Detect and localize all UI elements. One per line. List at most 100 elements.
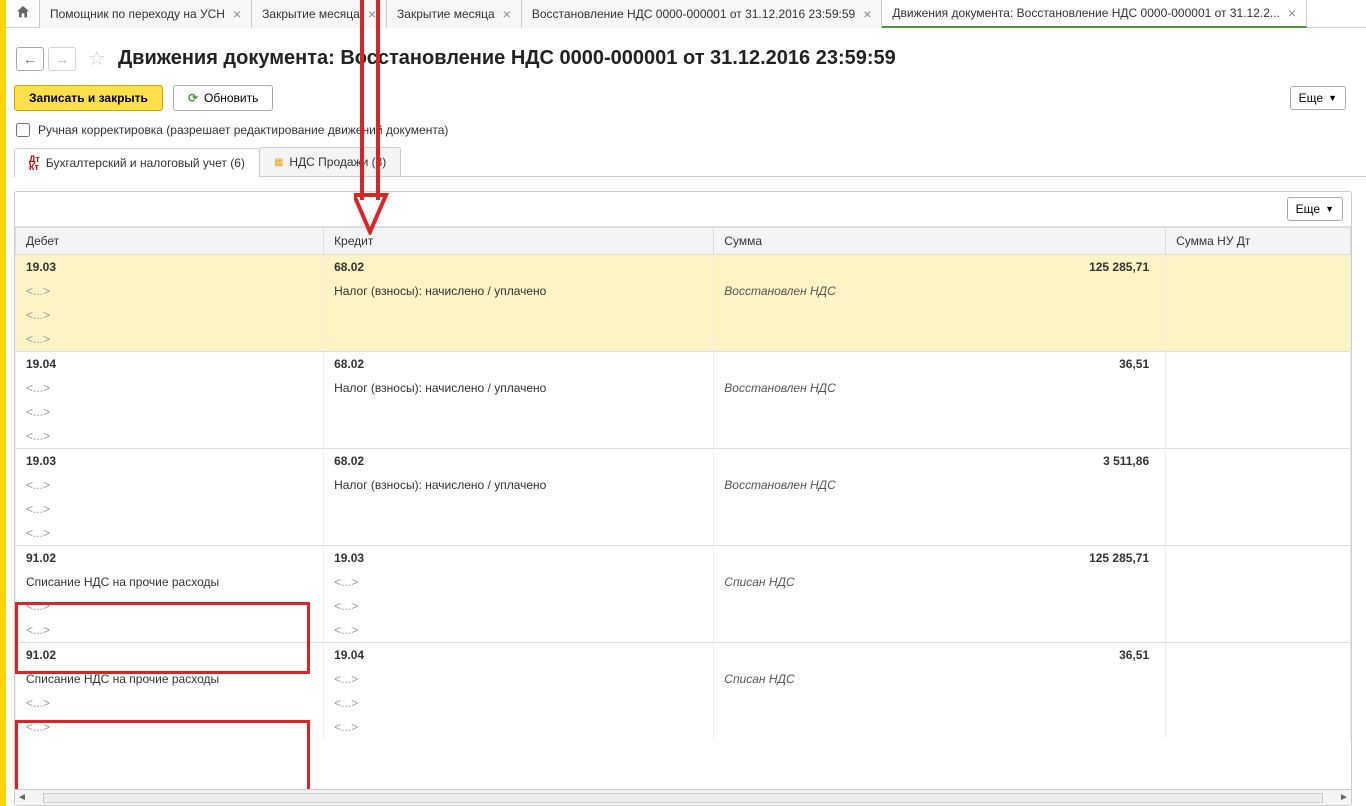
entry-sum: 36,51 xyxy=(714,643,1166,668)
sum-note: Списан НДС xyxy=(714,570,1166,594)
scroll-left-icon[interactable]: ◄ xyxy=(15,792,29,803)
home-tab[interactable] xyxy=(6,0,40,28)
forward-button[interactable]: → xyxy=(48,47,76,71)
credit-sub xyxy=(324,327,714,352)
tab-nds-sales[interactable]: ▦ НДС Продажи (3) xyxy=(259,147,401,176)
debit-desc: Списание НДС на прочие расходы xyxy=(16,667,324,691)
entry-sumnu xyxy=(1166,643,1351,668)
credit-account: 19.03 xyxy=(324,546,714,571)
debit-desc: <...> xyxy=(16,473,324,497)
records-panel: Еще ▼ Дебет Кредит Сумма Сумма НУ Дт 19.… xyxy=(14,191,1352,806)
scroll-right-icon[interactable]: ► xyxy=(1337,792,1351,803)
debit-sub: <...> xyxy=(16,618,324,643)
table-row[interactable]: <...> xyxy=(16,327,1351,352)
table-header-row: Дебет Кредит Сумма Сумма НУ Дт xyxy=(16,228,1351,255)
debit-account: 19.03 xyxy=(16,255,324,280)
credit-sub: <...> xyxy=(324,618,714,643)
sum-note: Восстановлен НДС xyxy=(714,376,1166,400)
debit-sub: <...> xyxy=(16,303,324,327)
col-credit[interactable]: Кредит xyxy=(324,228,714,255)
sum-note: Восстановлен НДС xyxy=(714,473,1166,497)
entry-sum: 36,51 xyxy=(714,352,1166,377)
tab-3[interactable]: Восстановление НДС 0000-000001 от 31.12.… xyxy=(522,0,883,28)
col-debit[interactable]: Дебет xyxy=(16,228,324,255)
page-title: Движения документа: Восстановление НДС 0… xyxy=(118,47,896,70)
panel-more-button[interactable]: Еще ▼ xyxy=(1287,197,1343,221)
entry-sum: 125 285,71 xyxy=(714,255,1166,280)
more-button[interactable]: Еще ▼ xyxy=(1290,86,1346,110)
tab-label: Закрытие месяца xyxy=(397,7,495,21)
table-row[interactable]: <...>Налог (взносы): начислено / уплачен… xyxy=(16,376,1351,400)
tab-2[interactable]: Закрытие месяца × xyxy=(387,0,522,28)
table-row[interactable]: <...> xyxy=(16,497,1351,521)
table-row[interactable]: Списание НДС на прочие расходы<...>Списа… xyxy=(16,570,1351,594)
table-row[interactable]: <...> xyxy=(16,521,1351,546)
credit-sub: <...> xyxy=(324,594,714,618)
refresh-button[interactable]: ⟳ Обновить xyxy=(173,85,273,111)
tab-label: Восстановление НДС 0000-000001 от 31.12.… xyxy=(532,7,855,21)
col-sum[interactable]: Сумма xyxy=(714,228,1166,255)
credit-desc: <...> xyxy=(324,570,714,594)
table-row[interactable]: <...><...> xyxy=(16,594,1351,618)
entry-sumnu xyxy=(1166,352,1351,377)
close-icon[interactable]: × xyxy=(863,6,871,22)
col-sumnu[interactable]: Сумма НУ Дт xyxy=(1166,228,1351,255)
credit-sub: <...> xyxy=(324,691,714,715)
table-row[interactable]: <...><...> xyxy=(16,715,1351,739)
favorite-icon[interactable]: ☆ xyxy=(88,46,106,71)
table-row[interactable]: 19.0368.02125 285,71 xyxy=(16,255,1351,280)
close-icon[interactable]: × xyxy=(368,6,376,22)
debit-sub: <...> xyxy=(16,521,324,546)
credit-desc: Налог (взносы): начислено / уплачено xyxy=(324,376,714,400)
document-icon: ▦ xyxy=(274,157,283,168)
credit-account: 19.04 xyxy=(324,643,714,668)
table-row[interactable]: 91.0219.0436,51 xyxy=(16,643,1351,668)
tab-4[interactable]: Движения документа: Восстановление НДС 0… xyxy=(882,0,1307,28)
table-row[interactable]: <...><...> xyxy=(16,618,1351,643)
more-label: Еще xyxy=(1299,91,1323,105)
table-row[interactable]: Списание НДС на прочие расходы<...>Списа… xyxy=(16,667,1351,691)
manual-adjust-row: Ручная корректировка (разрешает редактир… xyxy=(0,115,1366,147)
table-row[interactable]: <...> xyxy=(16,424,1351,449)
table-scroll[interactable]: Дебет Кредит Сумма Сумма НУ Дт 19.0368.0… xyxy=(15,227,1351,789)
back-button[interactable]: ← xyxy=(16,47,44,71)
sum-note: Списан НДС xyxy=(714,667,1166,691)
table-row[interactable]: <...>Налог (взносы): начислено / уплачен… xyxy=(16,279,1351,303)
tab-label: Движения документа: Восстановление НДС 0… xyxy=(892,6,1280,20)
tab-1[interactable]: Закрытие месяца × xyxy=(252,0,387,28)
tab-label: Помощник по переходу на УСН xyxy=(50,7,225,21)
table-row[interactable]: <...> xyxy=(16,303,1351,327)
debit-desc: <...> xyxy=(16,279,324,303)
tab-label: Закрытие месяца xyxy=(262,7,360,21)
credit-sub xyxy=(324,424,714,449)
debit-desc: Списание НДС на прочие расходы xyxy=(16,570,324,594)
manual-adjust-label: Ручная корректировка (разрешает редактир… xyxy=(38,123,448,137)
inner-tab-label: Бухгалтерский и налоговый учет (6) xyxy=(46,156,245,170)
chevron-down-icon: ▼ xyxy=(1325,204,1334,214)
debit-account: 91.02 xyxy=(16,546,324,571)
manual-adjust-checkbox[interactable] xyxy=(16,123,30,137)
credit-sub xyxy=(324,400,714,424)
table-row[interactable]: <...> xyxy=(16,400,1351,424)
entry-sum: 3 511,86 xyxy=(714,449,1166,474)
close-icon[interactable]: × xyxy=(503,6,511,22)
table-row[interactable]: <...><...> xyxy=(16,691,1351,715)
table-row[interactable]: 91.0219.03125 285,71 xyxy=(16,546,1351,571)
table-row[interactable]: <...>Налог (взносы): начислено / уплачен… xyxy=(16,473,1351,497)
scroll-track[interactable] xyxy=(43,793,1323,803)
tab-0[interactable]: Помощник по переходу на УСН × xyxy=(40,0,252,28)
credit-account: 68.02 xyxy=(324,449,714,474)
entry-sumnu xyxy=(1166,546,1351,571)
debit-sub: <...> xyxy=(16,400,324,424)
register-tabs: ДтКт Бухгалтерский и налоговый учет (6) … xyxy=(14,147,1366,177)
horizontal-scrollbar[interactable]: ◄ ► xyxy=(15,789,1351,805)
table-row[interactable]: 19.0468.0236,51 xyxy=(16,352,1351,377)
table-row[interactable]: 19.0368.023 511,86 xyxy=(16,449,1351,474)
tab-accounting[interactable]: ДтКт Бухгалтерский и налоговый учет (6) xyxy=(14,148,260,177)
close-icon[interactable]: × xyxy=(233,6,241,22)
debit-sub: <...> xyxy=(16,691,324,715)
debit-sub: <...> xyxy=(16,327,324,352)
refresh-label: Обновить xyxy=(204,91,258,105)
close-icon[interactable]: × xyxy=(1288,5,1296,21)
save-close-button[interactable]: Записать и закрыть xyxy=(14,85,163,111)
